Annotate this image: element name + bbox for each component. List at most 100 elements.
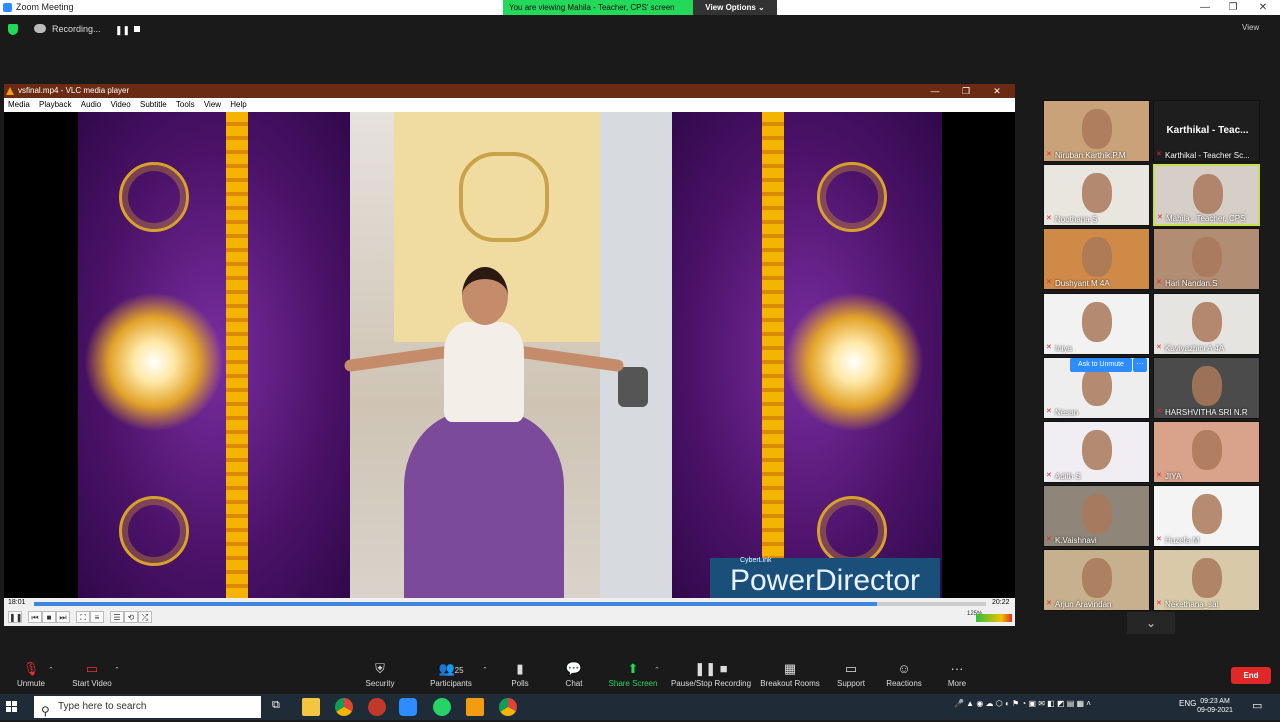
participant-tile[interactable]: ✕ JIYA <box>1153 421 1260 483</box>
security-button[interactable]: ⛨ Security <box>358 656 402 694</box>
minimize-button[interactable]: — <box>1190 0 1220 15</box>
participant-tile[interactable]: ✕ Noothana S <box>1043 164 1150 226</box>
vlc-menu-playback[interactable]: Playback <box>39 100 71 109</box>
fullscreen-icon[interactable]: ⛶ <box>76 611 90 623</box>
participant-tile[interactable]: ✕ Adith S <box>1043 421 1150 483</box>
previous-icon[interactable]: ⏮ <box>28 611 42 623</box>
playlist-icon[interactable]: ☰ <box>110 611 124 623</box>
participant-tile[interactable]: ✕ Niruban Karthik.P.M <box>1043 100 1150 162</box>
audio-options-caret-icon[interactable]: ⌃ <box>48 666 54 674</box>
chrome-icon-2[interactable] <box>499 698 517 716</box>
chrome-icon[interactable] <box>335 698 353 716</box>
vlc-taskbar-icon[interactable] <box>466 698 484 716</box>
loop-icon[interactable]: ⟲ <box>124 611 138 623</box>
stop-icon[interactable]: ■ <box>42 611 56 623</box>
participant-tile[interactable]: ✕ Arjun Aravindan <box>1043 549 1150 611</box>
support-button[interactable]: ▭ Support <box>832 656 870 694</box>
participant-video <box>1082 366 1112 406</box>
more-label: More <box>947 679 967 688</box>
participant-tile[interactable]: ✕ Iniya <box>1043 293 1150 355</box>
video-options-caret-icon[interactable]: ⌃ <box>114 666 120 674</box>
shuffle-icon[interactable]: ⤮ <box>138 611 152 623</box>
participants-caret-icon[interactable]: ⌃ <box>482 666 488 674</box>
share-screen-button[interactable]: ⬆ Share Screen <box>606 656 660 694</box>
extended-settings-icon[interactable]: ≡ <box>90 611 104 623</box>
participant-tile[interactable]: ✕ Huzefa M <box>1153 485 1260 547</box>
seek-bar[interactable] <box>34 602 986 606</box>
vlc-menu-tools[interactable]: Tools <box>176 100 195 109</box>
participant-tile[interactable]: Karthikal - Teac... ✕ Karthikal - Teacher … <box>1153 100 1260 162</box>
vlc-close-button[interactable]: ✕ <box>982 84 1012 98</box>
participant-video <box>1082 109 1112 149</box>
glow-ornament <box>784 292 924 432</box>
file-explorer-icon[interactable] <box>302 698 320 716</box>
start-video-label: Start Video <box>72 679 112 688</box>
more-button[interactable]: ··· More <box>940 656 974 694</box>
stop-recording-icon[interactable] <box>134 26 140 32</box>
muted-mic-icon: ✕ <box>1156 472 1162 479</box>
participant-tile[interactable]: ✕ HARSHVITHA SRI N.R <box>1153 357 1260 419</box>
vlc-menu-view[interactable]: View <box>204 100 221 109</box>
participant-tile[interactable]: ✕ K.Vaishnavi <box>1043 485 1150 547</box>
taskbar-clock[interactable]: 09:23 AM 09-09-2021 <box>1197 697 1233 715</box>
tray-icons[interactable]: 🎤 ▲ ◉ ☁ ⬡ ◐ ⚑ ◔ ▣ ✉ ◧ ◩ ▤ ▦ ˄ <box>954 699 1091 708</box>
zoom-taskbar-icon[interactable] <box>399 698 417 716</box>
volume-slider[interactable] <box>976 614 1012 622</box>
participant-tile[interactable]: ✕ Kaviyazhini A 4A <box>1153 293 1260 355</box>
end-meeting-button[interactable]: End <box>1231 667 1271 684</box>
muted-mic-icon: ✕ <box>1046 600 1052 607</box>
vlc-menu-subtitle[interactable]: Subtitle <box>140 100 167 109</box>
ask-to-unmute-button[interactable]: Ask to Unmute <box>1070 358 1132 372</box>
security-shield-icon[interactable] <box>8 24 18 35</box>
pause-recording-icon[interactable]: ❚❚ <box>115 25 130 36</box>
participant-video <box>1192 366 1222 406</box>
vlc-maximize-button[interactable]: ❐ <box>951 84 981 98</box>
chat-button[interactable]: 💬 Chat <box>558 656 590 694</box>
participant-tile[interactable]: ✕ Mahila - Teacher, CPS <box>1153 164 1260 226</box>
task-view-icon[interactable]: ⧉ <box>272 699 280 712</box>
ornament <box>119 496 189 566</box>
view-options-button[interactable]: View Options ⌄ <box>693 0 777 15</box>
breakout-rooms-button[interactable]: ▦ Breakout Rooms <box>758 656 822 694</box>
participant-video <box>1192 558 1222 598</box>
participant-tile[interactable]: ✕ Hari Nandan.S <box>1153 228 1260 290</box>
participant-tile[interactable]: ✕ Nekethana_sai <box>1153 549 1260 611</box>
reactions-button[interactable]: ☺ Reactions <box>882 656 926 694</box>
language-indicator[interactable]: ENG <box>1179 699 1196 708</box>
vlc-titlebar: vsfinal.mp4 - VLC media player — ❐ ✕ <box>4 84 1015 98</box>
vlc-minimize-button[interactable]: — <box>920 84 950 98</box>
muted-mic-icon: ✕ <box>1156 600 1162 607</box>
taskbar-search-box[interactable]: ⚲ Type here to search <box>34 696 261 718</box>
muted-mic-icon: ✕ <box>1156 536 1162 543</box>
maximize-button[interactable]: ❐ <box>1218 0 1248 15</box>
app-icon[interactable] <box>368 698 386 716</box>
polls-label: Polls <box>511 679 529 688</box>
time-total: 20:22 <box>992 599 1010 606</box>
video-frame[interactable]: CyberLink PowerDirector <box>4 112 1015 598</box>
whatsapp-icon[interactable] <box>433 698 451 716</box>
unmute-button[interactable]: 🎙 Unmute <box>10 656 52 694</box>
vlc-menu-audio[interactable]: Audio <box>81 100 101 109</box>
security-label: Security <box>365 679 395 688</box>
participant-tile[interactable]: ✕ Dushyant M 4A <box>1043 228 1150 290</box>
start-video-button[interactable]: ▭ Start Video <box>68 656 116 694</box>
notification-icon[interactable]: ▭ <box>1252 699 1262 712</box>
vlc-menu-video[interactable]: Video <box>110 100 130 109</box>
polls-button[interactable]: ▮ Polls <box>504 656 536 694</box>
view-button[interactable]: View <box>1242 23 1259 32</box>
vlc-menu-media[interactable]: Media <box>8 100 30 109</box>
chevron-down-icon[interactable]: ⌄ <box>1127 612 1175 634</box>
windows-start-icon[interactable] <box>6 701 18 713</box>
share-options-caret-icon[interactable]: ⌃ <box>654 666 660 674</box>
vlc-menu-help[interactable]: Help <box>230 100 246 109</box>
search-icon: ⚲ <box>41 704 50 718</box>
participants-button[interactable]: 👥25 Participants <box>424 656 478 694</box>
close-button[interactable]: ✕ <box>1248 0 1278 15</box>
more-options-button[interactable]: ··· <box>1133 358 1147 372</box>
muted-mic-icon: ✕ <box>1156 279 1162 286</box>
pause-icon[interactable]: ❚❚ <box>8 611 22 623</box>
vlc-title-text: vsfinal.mp4 - VLC media player <box>18 86 130 95</box>
participant-name: Arjun Aravindan <box>1055 600 1112 609</box>
next-icon[interactable]: ⏭ <box>56 611 70 623</box>
pause-stop-recording-button[interactable]: ❚❚ ■ Pause/Stop Recording <box>670 656 752 694</box>
